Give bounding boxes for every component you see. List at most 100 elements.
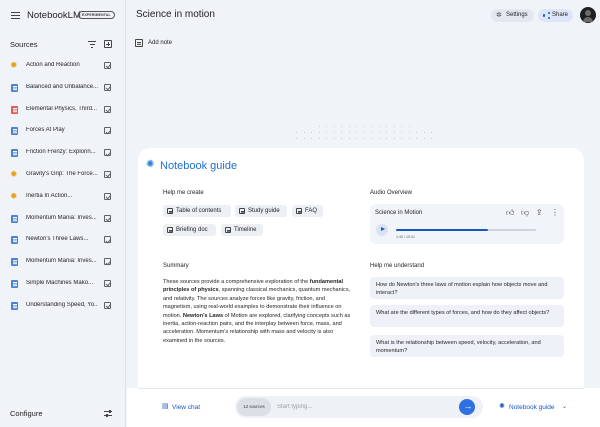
- sidebar: NotebookLM EXPERIMENTAL Sources Action a…: [0, 0, 126, 427]
- decorative-dot: [401, 126, 403, 128]
- pdf-icon: [11, 105, 18, 114]
- source-checkbox[interactable]: [104, 83, 111, 91]
- decorative-dot: [333, 126, 335, 128]
- add-note-button[interactable]: Add note: [135, 38, 185, 50]
- source-checkbox[interactable]: [104, 192, 111, 200]
- audio-overview-card: Science in Motion 👍︎ 👎︎ ⇪ ⋮ 1:40 / 10:01: [370, 204, 564, 244]
- source-item[interactable]: Friction Frenzy: Explorin...: [0, 143, 126, 165]
- notebook-title[interactable]: Science in motion: [136, 9, 215, 20]
- source-item[interactable]: Newton's Three Laws...: [0, 230, 126, 252]
- source-label: Newton's Three Laws...: [26, 236, 89, 243]
- chevron-down-icon: ⌄: [562, 404, 568, 410]
- view-chat-button[interactable]: ▤ View chat: [162, 402, 212, 414]
- thumb-down-icon[interactable]: 👎︎: [521, 209, 529, 217]
- decorative-dot: [371, 138, 373, 140]
- decorative-dot: [431, 138, 433, 140]
- audio-time: 1:40 / 10:01: [396, 235, 415, 239]
- document-icon: [296, 208, 302, 214]
- menu-icon[interactable]: [11, 12, 20, 20]
- summary-bold: Newton's Laws: [182, 312, 224, 319]
- notebook-guide-toggle[interactable]: ✺ Notebook guide ⌄: [499, 402, 573, 414]
- decorative-dot: [296, 138, 298, 140]
- decorative-dot: [408, 132, 410, 134]
- add-source-icon[interactable]: [104, 40, 112, 48]
- source-item[interactable]: Action and Reaction: [0, 56, 126, 78]
- question-text: What are the different types of forces, …: [376, 310, 550, 316]
- document-icon: [167, 227, 173, 233]
- suggested-question[interactable]: What is the relationship between speed, …: [370, 335, 564, 357]
- settings-button[interactable]: ✲ Settings: [491, 9, 534, 22]
- decorative-dot: [311, 138, 313, 140]
- source-checkbox[interactable]: [104, 105, 111, 113]
- source-checkbox[interactable]: [104, 258, 111, 266]
- source-checkbox[interactable]: [104, 127, 111, 135]
- summary-label: Summary: [163, 263, 189, 269]
- chat-input[interactable]: [277, 400, 447, 414]
- arrow-right-icon: →: [463, 401, 473, 411]
- play-button[interactable]: [376, 224, 388, 236]
- avatar[interactable]: [580, 7, 596, 23]
- suggested-question[interactable]: How do Newton's three laws of motion exp…: [370, 277, 564, 299]
- decorative-dot: [296, 132, 298, 134]
- source-checkbox[interactable]: [104, 149, 111, 157]
- source-checkbox[interactable]: [104, 301, 111, 309]
- sparkle-source-icon: [10, 169, 18, 180]
- decorative-dot: [341, 138, 343, 140]
- send-button[interactable]: →: [459, 399, 475, 415]
- source-item[interactable]: Forces At Play: [0, 121, 126, 143]
- source-checkbox[interactable]: [104, 62, 111, 69]
- document-icon: [11, 214, 18, 223]
- chip-briefing-doc[interactable]: Briefing doc: [163, 224, 216, 236]
- decorative-dot: [393, 132, 395, 134]
- chip-timeline[interactable]: Timeline: [221, 224, 263, 236]
- sources-title: Sources: [10, 40, 38, 49]
- share-icon[interactable]: ⇪: [536, 209, 543, 217]
- sources-list: Action and Reaction Balanced and Unbalanc…: [0, 56, 126, 318]
- source-label: Balanced and Unbalance...: [26, 83, 98, 90]
- decorative-dot: [348, 138, 350, 140]
- chip-table-of-contents[interactable]: Table of contents: [163, 205, 231, 217]
- source-label: Elemental Physics, Third...: [26, 105, 97, 112]
- decorative-dot: [431, 132, 433, 134]
- decorative-dot: [318, 126, 320, 128]
- source-checkbox[interactable]: [104, 214, 111, 222]
- source-item[interactable]: Inertia In Action...: [0, 187, 126, 209]
- source-checkbox[interactable]: [104, 236, 111, 244]
- share-button[interactable]: Share: [538, 9, 573, 22]
- source-checkbox[interactable]: [104, 279, 111, 287]
- sparkle-icon: ✺: [499, 403, 505, 410]
- source-checkbox[interactable]: [104, 170, 111, 178]
- thumb-up-icon[interactable]: 👍︎: [506, 209, 514, 217]
- chip-study-guide[interactable]: Study guide: [235, 205, 287, 217]
- chip-faq[interactable]: FAQ: [292, 205, 323, 217]
- help-understand-label: Help me understand: [370, 263, 425, 269]
- notebook-guide-label: Notebook guide: [509, 403, 555, 411]
- chip-label: Table of contents: [176, 208, 222, 214]
- decorative-dot: [378, 132, 380, 134]
- share-label: Share: [552, 12, 569, 18]
- gear-icon: ✲: [496, 12, 502, 19]
- source-item[interactable]: Elemental Physics, Third...: [0, 100, 126, 122]
- decorative-dot: [318, 132, 320, 134]
- decorative-dot: [326, 132, 328, 134]
- source-item[interactable]: Momentum Mania: Inves...: [0, 209, 126, 231]
- source-item[interactable]: Simple Machines Mako...: [0, 274, 126, 296]
- sparkle-icon: ✺: [146, 159, 155, 170]
- filter-icon[interactable]: [88, 41, 96, 48]
- bottom-chat-bar: ▤ View chat 12 sources → ✺ Notebook guid…: [127, 388, 600, 427]
- sidebar-header: NotebookLM EXPERIMENTAL: [0, 0, 126, 32]
- source-item[interactable]: Gravity's Grip: The Force...: [0, 165, 126, 187]
- decorative-dot: [356, 126, 358, 128]
- source-item[interactable]: Momentum Mania: Inves...: [0, 252, 126, 274]
- source-item[interactable]: Balanced and Unbalance...: [0, 78, 126, 100]
- audio-progress-bar[interactable]: [396, 229, 536, 232]
- suggested-question[interactable]: What are the different types of forces, …: [370, 305, 564, 327]
- app-brand: NotebookLM: [27, 10, 81, 21]
- sparkle-source-icon: [10, 191, 18, 202]
- tune-icon[interactable]: [104, 410, 112, 417]
- chip-label: FAQ: [305, 208, 318, 214]
- configure-row[interactable]: Configure: [0, 404, 126, 424]
- sources-count-pill[interactable]: 12 sources: [237, 398, 271, 416]
- more-vert-icon[interactable]: ⋮: [551, 209, 559, 217]
- source-item[interactable]: Understanding Speed, Yo...: [0, 296, 126, 318]
